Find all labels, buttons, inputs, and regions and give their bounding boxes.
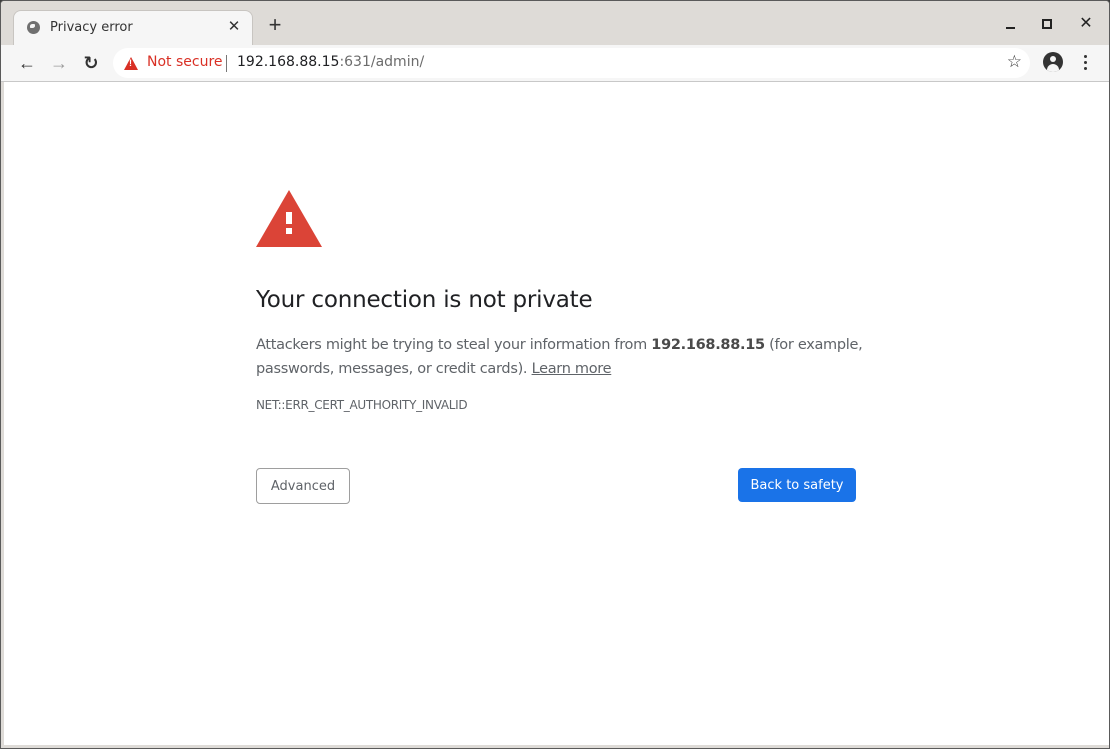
title-bar: Privacy error ✕ + ✕ bbox=[1, 1, 1109, 46]
minimize-icon bbox=[1006, 27, 1015, 29]
address-bar[interactable]: Not secure 192.168.88.15:631/admin/ ☆ bbox=[113, 48, 1030, 78]
maximize-icon bbox=[1042, 19, 1052, 29]
page-heading: Your connection is not private bbox=[256, 287, 593, 313]
warning-icon[interactable] bbox=[124, 57, 138, 70]
description: Attackers might be trying to steal your … bbox=[256, 333, 866, 381]
browser-window: Privacy error ✕ + ✕ ← → ↻ Not secure 192… bbox=[0, 0, 1110, 749]
tab-privacy-error[interactable]: Privacy error ✕ bbox=[13, 10, 253, 46]
error-code: NET::ERR_CERT_AUTHORITY_INVALID bbox=[256, 398, 468, 412]
tab-close-icon[interactable]: ✕ bbox=[224, 17, 244, 37]
account-icon[interactable] bbox=[1043, 52, 1063, 72]
back-to-safety-button[interactable]: Back to safety bbox=[738, 468, 856, 502]
warning-triangle-icon bbox=[256, 190, 322, 247]
divider bbox=[226, 55, 227, 72]
new-tab-button[interactable]: + bbox=[263, 14, 287, 38]
security-status[interactable]: Not secure bbox=[147, 54, 223, 70]
minimize-button[interactable] bbox=[999, 14, 1023, 34]
maximize-button[interactable] bbox=[1035, 14, 1059, 34]
url-host: 192.168.88.15 bbox=[237, 54, 340, 70]
browser-toolbar: ← → ↻ Not secure 192.168.88.15:631/admin… bbox=[1, 45, 1109, 82]
page-content: Your connection is not private Attackers… bbox=[4, 82, 1109, 745]
learn-more-link[interactable]: Learn more bbox=[532, 361, 612, 377]
advanced-button[interactable]: Advanced bbox=[256, 468, 350, 504]
url-path: :631/admin/ bbox=[339, 54, 425, 70]
reload-button[interactable]: ↻ bbox=[78, 50, 104, 76]
menu-kebab-icon[interactable] bbox=[1077, 52, 1093, 74]
window-close-button[interactable]: ✕ bbox=[1074, 14, 1098, 34]
back-button[interactable]: ← bbox=[14, 50, 40, 76]
globe-icon bbox=[27, 21, 40, 34]
desc-host: 192.168.88.15 bbox=[651, 337, 765, 353]
bookmark-star-icon[interactable]: ☆ bbox=[1007, 52, 1022, 72]
desc-text: Attackers might be trying to steal your … bbox=[256, 337, 652, 353]
forward-button[interactable]: → bbox=[46, 50, 72, 76]
tab-title: Privacy error bbox=[50, 20, 133, 35]
url-text[interactable]: 192.168.88.15:631/admin/ bbox=[237, 54, 424, 70]
